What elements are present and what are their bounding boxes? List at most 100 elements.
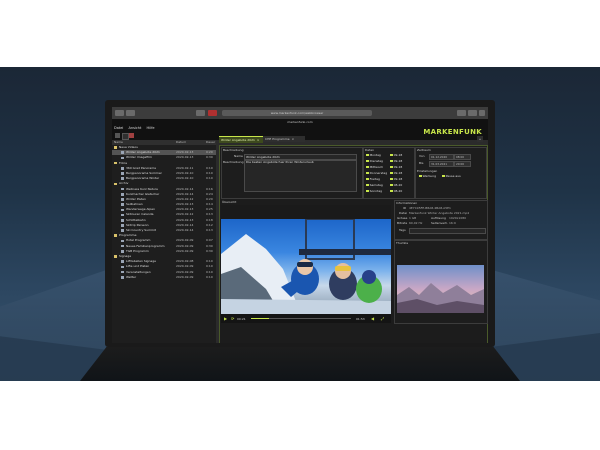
- sidebar-toggle-icon[interactable]: [126, 110, 135, 116]
- video-file-icon: [121, 275, 124, 279]
- video-file-icon: [121, 224, 124, 227]
- volume-icon[interactable]: ◀: [371, 316, 374, 321]
- skiers-image: [221, 219, 391, 314]
- video-file-icon: [121, 156, 124, 160]
- description-title: Beschreibung: [223, 148, 244, 152]
- from-label: Von: [419, 154, 425, 158]
- day-checkbox[interactable]: Montag: [366, 153, 381, 157]
- day-checkbox[interactable]: Sonntag: [366, 189, 382, 193]
- media-row[interactable]: Wetter 2020-02-09 0:10: [112, 275, 216, 280]
- day-hours[interactable]: 09-18: [390, 171, 402, 175]
- share-icon[interactable]: [457, 110, 466, 116]
- tab-che-programme[interactable]: CHE Programme ×: [263, 136, 305, 142]
- checkbox-icon: [390, 183, 393, 187]
- close-tab-icon[interactable]: ×: [292, 137, 295, 141]
- video-file-icon: [121, 218, 124, 222]
- video-file-icon: [121, 167, 124, 170]
- description-textarea[interactable]: Die besten Angebote fuer Ihren Winterurl…: [244, 160, 357, 192]
- checkbox-icon: [366, 159, 369, 163]
- tab-winter-angebote[interactable]: Winter Angebote 2021 ×: [219, 136, 263, 143]
- url-bar[interactable]: www.markenfunk.com/webbrowser: [222, 110, 372, 116]
- description-panel: Beschreibung Name Winter Angebote 2021 B…: [221, 147, 363, 199]
- delete-icon[interactable]: [129, 133, 134, 138]
- day-checkbox[interactable]: Samstag: [366, 183, 383, 187]
- size-label: Grösse: [397, 216, 408, 220]
- video-file-icon: [121, 213, 124, 217]
- add-tab-icon[interactable]: +: [477, 136, 483, 142]
- thumbs-panel: Thumbs: [394, 240, 488, 324]
- video-file-icon: [121, 244, 124, 248]
- tabs-icon[interactable]: [468, 110, 477, 116]
- thumbnail-image[interactable]: [397, 265, 484, 313]
- bitrate-value: 60,02 Hz: [409, 221, 423, 225]
- to-time-input[interactable]: 20:00: [454, 161, 471, 167]
- information-panel: Informationen ID 4E7C95FE-B8A8-4BA8-A5E1…: [394, 200, 488, 240]
- item-name: Wetter: [126, 274, 137, 279]
- day-hours[interactable]: 08-20: [390, 183, 402, 187]
- from-time-input[interactable]: 08:00: [454, 154, 471, 160]
- video-file-icon: [121, 239, 124, 243]
- file-value: Markenfunk Winter Angebote 2021.mp4: [409, 211, 470, 215]
- grid-icon[interactable]: [122, 133, 129, 140]
- folder-icon: [114, 255, 117, 258]
- menu-help[interactable]: Hilfe: [147, 126, 155, 130]
- schedule-title: Zeitraum: [417, 148, 431, 152]
- checkbox-icon: [366, 165, 369, 169]
- fullscreen-icon[interactable]: ⤢: [381, 316, 384, 321]
- schedule-panel: Zeitraum Von 01.12.2020 08:00 Bis 31.03.…: [415, 147, 487, 199]
- option-werbung[interactable]: Werbung: [419, 174, 436, 178]
- total-time: 01:53: [356, 316, 365, 321]
- back-icon[interactable]: [115, 110, 124, 116]
- video-file-icon: [121, 172, 124, 175]
- checkbox-icon: [390, 159, 393, 163]
- resolution-value: 1920x1080: [449, 216, 467, 220]
- app-screen: www.markenfunk.com/webbrowser markenfunk…: [112, 107, 488, 343]
- item-date: 2020-02-09: [176, 274, 194, 279]
- video-file-icon: [121, 229, 124, 232]
- aspect-value: 16:9: [449, 221, 456, 225]
- resolution-label: Auflösung: [431, 216, 446, 220]
- to-label: Bis: [419, 161, 424, 165]
- to-date-input[interactable]: 31.03.2021: [429, 161, 454, 167]
- day-checkbox[interactable]: Donnerstag: [366, 171, 387, 175]
- video-preview[interactable]: [221, 219, 391, 314]
- menu-file[interactable]: Datei: [114, 126, 123, 130]
- thumbs-title: Thumbs: [396, 241, 409, 245]
- video-controls: ▶ ⟳ 00:21 01:53 ◀ ⤢: [221, 314, 391, 323]
- checkbox-icon: [442, 174, 445, 178]
- size-value: 1 GB: [409, 216, 417, 220]
- options-title: Einstellungen: [417, 169, 438, 173]
- folder-icon: [114, 146, 117, 149]
- day-checkbox[interactable]: Freitag: [366, 177, 380, 181]
- new-tab-icon[interactable]: [479, 110, 485, 116]
- browser-toolbar: www.markenfunk.com/webbrowser: [112, 107, 488, 119]
- tags-input[interactable]: [409, 228, 486, 234]
- day-hours[interactable]: 08-20: [390, 189, 402, 193]
- day-checkbox[interactable]: Mittwoch: [366, 165, 383, 169]
- day-hours[interactable]: 09-18: [390, 153, 402, 157]
- progress-track[interactable]: [251, 318, 351, 319]
- extension-icon[interactable]: [208, 110, 217, 116]
- add-icon[interactable]: [115, 133, 120, 138]
- checkbox-icon: [366, 183, 369, 187]
- play-icon[interactable]: ▶: [224, 316, 227, 321]
- day-checkbox[interactable]: Dienstag: [366, 159, 383, 163]
- option-pause[interactable]: Pause aus: [442, 174, 461, 178]
- checkbox-icon: [390, 153, 393, 157]
- laptop-base: [80, 347, 520, 381]
- item-duration: 0:10: [206, 274, 213, 279]
- day-hours[interactable]: 09-18: [390, 159, 402, 163]
- loop-icon[interactable]: ⟳: [231, 316, 234, 321]
- days-panel: Daten Montag 09-18 Dienstag 09-18 Mittwoch 09…: [363, 147, 415, 199]
- name-label: Name: [234, 154, 243, 158]
- from-date-input[interactable]: 01.12.2020: [429, 154, 454, 160]
- video-file-icon: [121, 198, 124, 201]
- close-tab-icon[interactable]: ×: [257, 138, 260, 142]
- day-hours[interactable]: 09-18: [390, 165, 402, 169]
- checkbox-icon: [366, 171, 369, 175]
- menu-view[interactable]: Ansicht: [128, 126, 141, 130]
- shield-icon[interactable]: [196, 110, 205, 116]
- video-file-icon: [121, 265, 124, 269]
- current-time: 00:21: [237, 316, 246, 321]
- day-hours[interactable]: 09-18: [390, 177, 402, 181]
